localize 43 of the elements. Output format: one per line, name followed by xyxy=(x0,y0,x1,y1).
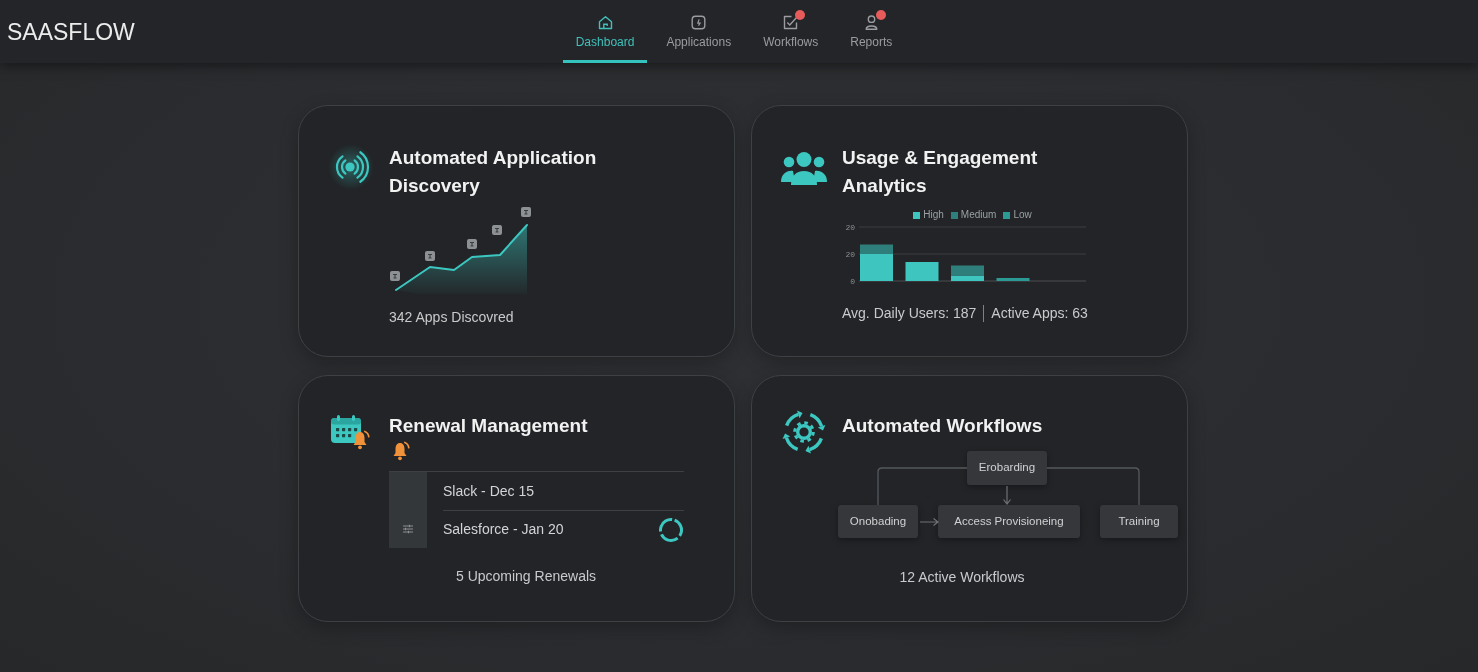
app-icon xyxy=(492,225,502,235)
axis-tick-label: 20 xyxy=(845,250,855,259)
workflow-node: Erobarding xyxy=(967,451,1047,485)
app-icon xyxy=(390,271,400,281)
stat-text: Active Apps: 63 xyxy=(991,305,1088,322)
nav-tab[interactable]: Workflows xyxy=(750,0,832,63)
brand-name: SAASFLOW xyxy=(7,17,135,46)
nav-tab[interactable]: Applications xyxy=(653,0,745,63)
card-title: Renewal Management xyxy=(389,414,589,438)
home-icon xyxy=(596,14,614,31)
stat-text: Avg. Daily Users: 187 xyxy=(842,305,977,322)
card-title: Usage & Engagement Analytics xyxy=(842,146,1039,198)
app-icon xyxy=(425,251,435,261)
check-square-icon xyxy=(782,14,800,31)
calendar-bell-icon xyxy=(330,414,372,451)
legend-label: Low xyxy=(1013,209,1032,221)
axis-tick-label: 0 xyxy=(850,277,855,286)
bar-segment xyxy=(996,278,1030,281)
card-summary: 5 Upcoming Renewals xyxy=(454,568,598,585)
arrow xyxy=(1002,485,1012,505)
workflow-node: Training xyxy=(1100,505,1178,538)
signal-icon xyxy=(328,144,374,190)
axis-tick-label: 20 xyxy=(845,223,855,232)
legend-label: High xyxy=(923,209,944,221)
bar-segment xyxy=(905,262,939,281)
legend-label: Medium xyxy=(960,209,997,221)
workflow-node: Access Provisioneing xyxy=(938,505,1080,538)
sliders-icon xyxy=(402,524,414,534)
card-summary: 12 Active Workflows xyxy=(898,569,1026,586)
app-icon xyxy=(467,239,477,249)
sync-gear-icon xyxy=(781,409,827,455)
workflow-node: Onobading xyxy=(838,505,918,538)
card-summary: 342 Apps Discovred xyxy=(389,309,515,326)
nav-tab[interactable]: Dashboard xyxy=(562,0,648,63)
renewal-item: Salesforce - Jan 20 xyxy=(443,520,564,539)
users-icon xyxy=(780,151,828,186)
renewal-item: Slack - Dec 15 xyxy=(443,481,535,501)
app-icon xyxy=(521,207,531,217)
arrow xyxy=(919,517,939,527)
card-title: Automated Application Discovery xyxy=(389,146,598,198)
card-title: Automated Workflows xyxy=(842,414,1044,438)
bolt-square-icon xyxy=(690,14,708,31)
nav-tab[interactable]: Reports xyxy=(837,0,906,63)
